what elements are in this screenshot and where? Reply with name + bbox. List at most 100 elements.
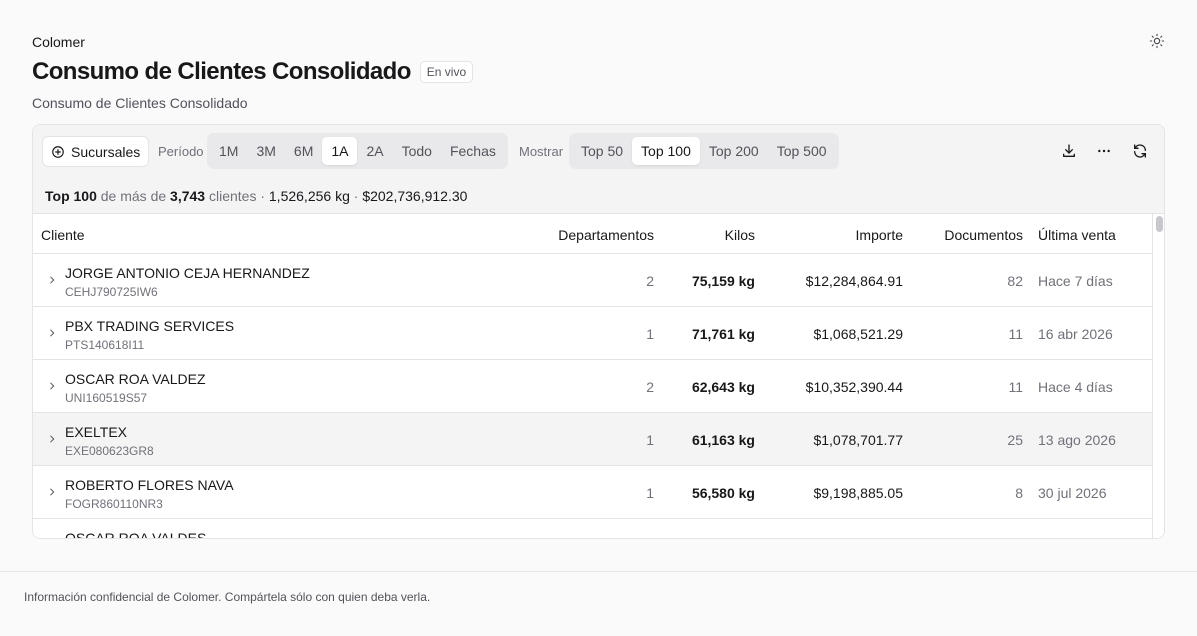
summary-sep-2: ·: [353, 187, 359, 204]
client-departments: 1: [646, 432, 654, 448]
branches-filter-label: Sucursales: [71, 143, 141, 160]
clients-table: Cliente Departamentos Kilos Importe Docu…: [33, 214, 1152, 539]
more-horizontal-icon: [1098, 149, 1110, 153]
period-1a[interactable]: 1A: [322, 137, 358, 165]
client-last-sale: 30 jul 2026: [1038, 485, 1107, 501]
col-last-sale[interactable]: Última venta: [1038, 227, 1116, 243]
client-rfc: EXE080623GR8: [65, 444, 154, 458]
client-kilos: 62,643 kg: [691, 379, 755, 395]
client-last-sale: Hace 4 días: [1038, 379, 1113, 395]
table-row[interactable]: ROBERTO FLORES NAVA FOGR860110NR3 1 56,5…: [33, 466, 1152, 519]
client-departments: 1: [646, 485, 654, 501]
client-name: OSCAR ROA VALDES: [65, 530, 207, 539]
page-subtitle: Consumo de Clientes Consolidado: [32, 95, 248, 111]
table-row[interactable]: OSCAR ROA VALDES: [33, 519, 1152, 539]
period-fechas[interactable]: Fechas: [441, 137, 505, 165]
client-last-sale: 13 ago 2026: [1038, 432, 1116, 448]
period-label: Período: [158, 144, 204, 159]
client-last-sale: 16 abr 2026: [1038, 326, 1113, 342]
plus-circle-icon: [52, 145, 64, 158]
refresh-icon: [1134, 144, 1146, 158]
col-documents[interactable]: Documentos: [944, 227, 1023, 243]
client-documents: 25: [1007, 432, 1023, 448]
theme-toggle-button[interactable]: [1147, 31, 1167, 51]
chevron-right-icon[interactable]: [45, 432, 59, 446]
client-rfc: CEHJ790725IW6: [65, 285, 158, 299]
client-last-sale: Hace 7 días: [1038, 273, 1113, 289]
client-kilos: 71,761 kg: [691, 326, 755, 342]
chevron-right-icon[interactable]: [45, 273, 59, 287]
chevron-right-icon[interactable]: [45, 485, 59, 499]
download-button[interactable]: [1058, 140, 1080, 162]
client-amount: $10,352,390.44: [805, 379, 903, 395]
client-rfc: FOGR860110NR3: [65, 497, 163, 511]
period-6m[interactable]: 6M: [285, 137, 322, 165]
summary-top: Top 100: [45, 187, 97, 204]
show-label: Mostrar: [519, 144, 564, 159]
period-3m[interactable]: 3M: [247, 137, 284, 165]
summary-total-kg: 1,526,256 kg: [268, 187, 350, 204]
col-departments[interactable]: Departamentos: [558, 227, 654, 243]
summary-total-amount: $202,736,912.30: [362, 187, 468, 204]
branches-filter-button[interactable]: Sucursales: [42, 136, 150, 167]
top-100[interactable]: Top 100: [632, 137, 700, 165]
client-departments: 1: [646, 326, 654, 342]
client-amount: $1,078,701.77: [813, 432, 903, 448]
live-badge: En vivo: [419, 61, 474, 83]
table-header: Cliente Departamentos Kilos Importe Docu…: [33, 214, 1152, 254]
client-name: OSCAR ROA VALDEZ: [65, 371, 206, 387]
client-kilos: 75,159 kg: [691, 273, 755, 289]
footer-confidential-notice: Información confidencial de Colomer. Com…: [24, 590, 431, 604]
chevron-right-icon[interactable]: [45, 326, 59, 340]
client-departments: 2: [646, 379, 654, 395]
client-rfc: UNI160519S57: [65, 391, 148, 405]
col-client[interactable]: Cliente: [41, 227, 85, 243]
org-name: Colomer: [32, 34, 85, 50]
client-documents: 8: [1015, 485, 1023, 501]
period-1m[interactable]: 1M: [210, 137, 247, 165]
table-row[interactable]: OSCAR ROA VALDEZ UNI160519S57 2 62,643 k…: [33, 360, 1152, 413]
top-500[interactable]: Top 500: [768, 137, 836, 165]
col-kilos[interactable]: Kilos: [725, 227, 755, 243]
top-segmented-control: Top 50 Top 100 Top 200 Top 500: [569, 133, 839, 169]
client-documents: 11: [1008, 379, 1023, 395]
period-2a[interactable]: 2A: [357, 137, 392, 165]
client-kilos: 61,163 kg: [691, 432, 755, 448]
client-amount: $12,284,864.91: [805, 273, 903, 289]
page-title: Consumo de Clientes Consolidado: [32, 58, 411, 85]
scrollbar-thumb[interactable]: [1156, 216, 1163, 232]
col-amount[interactable]: Importe: [856, 227, 903, 243]
top-50[interactable]: Top 50: [572, 137, 632, 165]
footer: Información confidencial de Colomer. Com…: [0, 571, 1197, 636]
summary-bar: Top 100 de más de 3,743 clientes · 1,526…: [33, 178, 1164, 214]
top-200[interactable]: Top 200: [700, 137, 768, 165]
client-amount: $9,198,885.05: [813, 485, 903, 501]
table-row[interactable]: JORGE ANTONIO CEJA HERNANDEZ CEHJ790725I…: [33, 254, 1152, 307]
download-icon: [1063, 144, 1075, 157]
client-amount: $1,068,521.29: [813, 326, 903, 342]
summary-of-more-than: de más de: [100, 187, 167, 204]
client-name: JORGE ANTONIO CEJA HERNANDEZ: [65, 265, 310, 281]
summary-client-count: 3,743: [170, 187, 206, 204]
table-row[interactable]: PBX TRADING SERVICES PTS140618I11 1 71,7…: [33, 307, 1152, 360]
consumption-card: Sucursales Período 1M 3M 6M 1A 2A Todo F…: [32, 124, 1165, 539]
client-name: EXELTEX: [65, 424, 127, 440]
sun-icon: [1149, 33, 1165, 49]
client-name: PBX TRADING SERVICES: [65, 318, 235, 334]
client-kilos: 56,580 kg: [691, 485, 755, 501]
page: Colomer Consumo de Clientes Consolidado …: [0, 0, 1197, 572]
summary-clients-word: clientes: [208, 187, 257, 204]
client-documents: 11: [1008, 326, 1023, 342]
title-row: Consumo de Clientes Consolidado En vivo: [32, 58, 474, 86]
summary-sep: ·: [260, 187, 265, 204]
table-scrollbar[interactable]: [1152, 214, 1164, 538]
chevron-right-icon[interactable]: [45, 538, 59, 539]
client-name: ROBERTO FLORES NAVA: [65, 477, 234, 493]
table-row[interactable]: EXELTEX EXE080623GR8 1 61,163 kg $1,078,…: [33, 413, 1152, 466]
refresh-button[interactable]: [1129, 140, 1151, 162]
client-rfc: PTS140618I11: [65, 338, 145, 352]
more-options-button[interactable]: [1093, 140, 1115, 162]
client-departments: 2: [646, 273, 654, 289]
chevron-right-icon[interactable]: [45, 379, 59, 393]
period-todo[interactable]: Todo: [393, 137, 441, 165]
